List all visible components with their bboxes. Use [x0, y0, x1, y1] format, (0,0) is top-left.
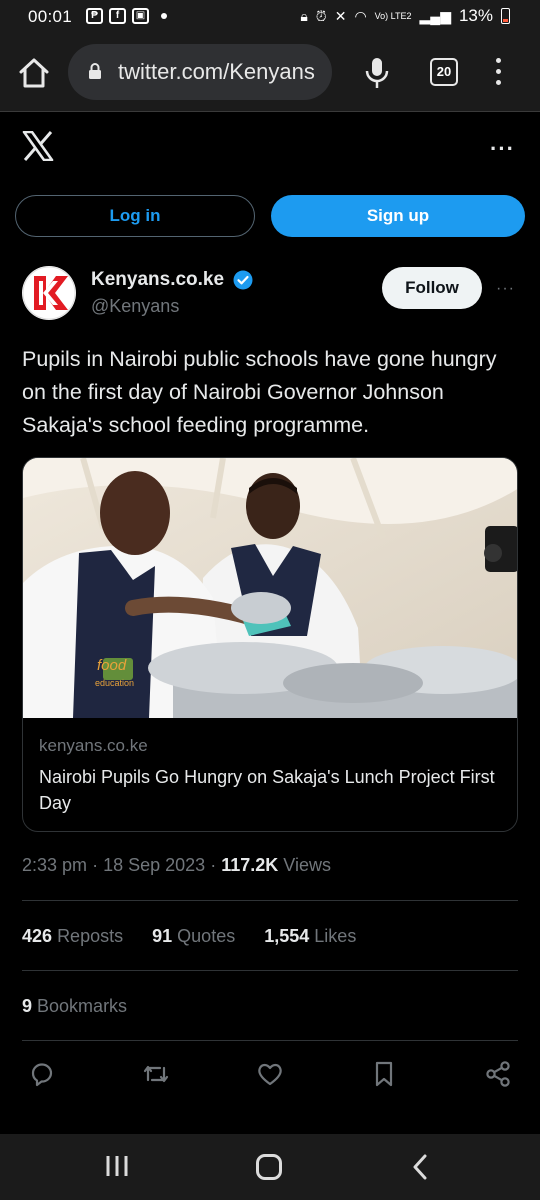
bookmarks-count: 9: [22, 996, 33, 1016]
login-button[interactable]: Log in: [15, 195, 255, 237]
browser-toolbar: twitter.com/Kenyans 20: [0, 34, 540, 112]
engagement-stats: 426 Reposts 91 Quotes 1,554 Likes: [22, 926, 380, 947]
likes-stat[interactable]: 1,554 Likes: [264, 926, 356, 946]
system-icons: 🔒︎ ⏰︎ ✕ ◠ Vo) LTE2 ▂▄▆ 13%: [300, 6, 510, 26]
bookmark-icon[interactable]: [370, 1060, 398, 1088]
meta-separator: ·: [210, 855, 217, 875]
kenyans-logo-icon: [22, 266, 76, 320]
status-time: 00:01: [28, 7, 73, 26]
likes-count: 1,554: [264, 926, 310, 946]
verified-badge-icon: [233, 270, 253, 290]
apron-logo-subtext: education: [95, 678, 134, 688]
bookmarks-label: Bookmarks: [37, 996, 128, 1016]
status-bar: 00:01 ₱ f ▣ 🔒︎ ⏰︎ ✕ ◠ Vo) LTE2 ▂▄▆ 13%: [0, 0, 540, 34]
image-icon: ▣: [132, 8, 149, 24]
reply-icon[interactable]: [28, 1060, 56, 1088]
microphone-icon[interactable]: [364, 56, 390, 90]
more-options-icon[interactable]: ···: [490, 136, 515, 162]
signal-icon: ▂▄▆: [419, 7, 451, 24]
reposts-count: 426: [22, 926, 53, 946]
follow-button[interactable]: Follow: [382, 267, 482, 309]
views-count: 117.2K: [221, 855, 279, 875]
bookmarks-stat[interactable]: 9 Bookmarks: [22, 996, 127, 1017]
lock-icon: [89, 63, 101, 79]
post-time[interactable]: 2:33 pm: [22, 855, 87, 875]
author-name[interactable]: Kenyans.co.ke: [91, 269, 224, 291]
pocket-app-icon: ₱: [86, 8, 103, 24]
address-bar[interactable]: twitter.com/Kenyans: [68, 44, 332, 100]
repost-icon[interactable]: [142, 1060, 170, 1088]
divider: [22, 900, 518, 901]
battery-icon: [501, 8, 510, 24]
x-logo-icon[interactable]: [22, 131, 54, 161]
battery-percent: 13%: [458, 6, 493, 25]
notification-icons: ₱ f ▣: [86, 8, 167, 24]
quotes-stat[interactable]: 91 Quotes: [152, 926, 235, 946]
views-label: Views: [283, 855, 331, 875]
mute-icon: ✕: [334, 7, 347, 24]
apron-logo-text: food: [97, 657, 127, 674]
recent-apps-icon[interactable]: [104, 1154, 130, 1178]
reposts-stat[interactable]: 426 Reposts: [22, 926, 123, 946]
post-date[interactable]: 18 Sep 2023: [103, 855, 205, 875]
likes-label: Likes: [314, 926, 357, 946]
android-nav-bar: [0, 1134, 540, 1200]
post-meta: 2:33 pm · 18 Sep 2023 · 117.2K Views: [22, 855, 331, 876]
network-label: Vo) LTE2: [374, 10, 412, 21]
like-icon[interactable]: [256, 1060, 284, 1088]
more-notifications-dot-icon: [161, 13, 167, 19]
avatar[interactable]: [22, 266, 76, 320]
reposts-label: Reposts: [57, 926, 124, 946]
card-domain[interactable]: kenyans.co.ke: [39, 736, 148, 756]
card-title[interactable]: Nairobi Pupils Go Hungry on Sakaja's Lun…: [39, 764, 509, 816]
post-text: Pupils in Nairobi public schools have go…: [22, 347, 497, 437]
wifi-icon: ◠: [354, 7, 367, 24]
home-button-icon[interactable]: [256, 1154, 282, 1180]
quotes-label: Quotes: [177, 926, 236, 946]
browser-menu-icon[interactable]: [496, 58, 502, 88]
alarm-icon: ⏰︎: [315, 7, 327, 24]
tab-switcher-button[interactable]: 20: [430, 58, 458, 86]
back-icon[interactable]: [410, 1154, 430, 1180]
card-image[interactable]: food education: [23, 458, 518, 718]
post-more-icon[interactable]: ···: [496, 280, 515, 298]
link-card[interactable]: food education kenyans.co.ke Nairobi Pup…: [22, 457, 518, 832]
divider: [22, 970, 518, 971]
signup-button[interactable]: Sign up: [271, 195, 525, 237]
home-icon[interactable]: [17, 56, 51, 90]
divider: [22, 1040, 518, 1041]
lock-icon: 🔒︎: [300, 7, 308, 24]
facebook-icon: f: [109, 8, 126, 24]
quotes-count: 91: [152, 926, 173, 946]
share-icon[interactable]: [484, 1060, 512, 1088]
author-handle[interactable]: @Kenyans: [91, 296, 179, 317]
meta-separator: ·: [92, 855, 99, 875]
url-text[interactable]: twitter.com/Kenyans: [118, 59, 315, 85]
